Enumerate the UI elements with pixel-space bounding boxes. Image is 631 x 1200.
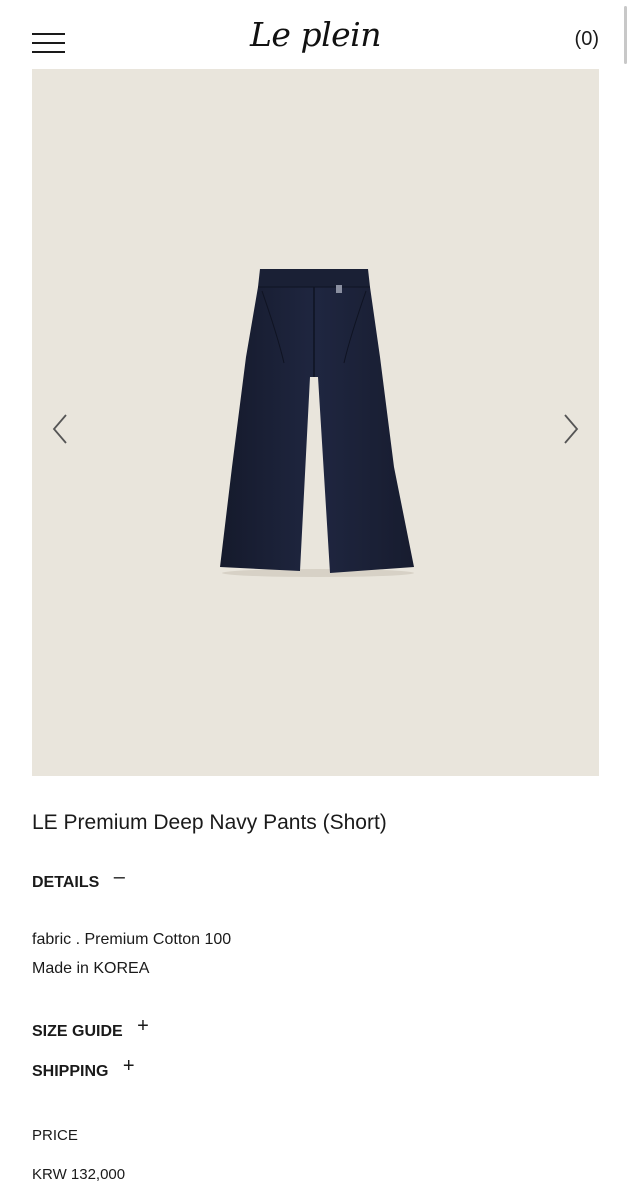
price-label: PRICE: [32, 1127, 78, 1144]
minus-icon[interactable]: –: [114, 866, 125, 888]
product-photo: [220, 269, 414, 577]
chevron-right-icon[interactable]: [555, 409, 585, 449]
shipping-toggle[interactable]: SHIPPING +: [32, 1055, 135, 1083]
cart-count-button[interactable]: (0): [575, 26, 599, 52]
size-guide-heading: SIZE GUIDE: [32, 1023, 123, 1040]
shipping-heading: SHIPPING: [32, 1063, 109, 1080]
chevron-left-icon[interactable]: [46, 409, 76, 449]
scrollbar[interactable]: [624, 6, 627, 64]
site-header: Le plein (0): [0, 0, 631, 70]
plus-icon[interactable]: +: [137, 1015, 149, 1037]
size-guide-toggle[interactable]: SIZE GUIDE +: [32, 1015, 149, 1043]
details-toggle[interactable]: DETAILS –: [32, 866, 125, 894]
price-value: KRW 132,000: [32, 1166, 126, 1183]
detail-fabric: fabric . Premium Cotton 100: [32, 931, 232, 948]
hamburger-menu-icon[interactable]: [32, 30, 66, 54]
plus-icon[interactable]: +: [123, 1055, 135, 1077]
brand-logo[interactable]: Le plein: [248, 10, 383, 60]
detail-origin: Made in KOREA: [32, 960, 150, 977]
product-image-gallery: [32, 69, 599, 776]
product-title: LE Premium Deep Navy Pants (Short): [32, 811, 387, 834]
details-heading: DETAILS: [32, 874, 100, 891]
